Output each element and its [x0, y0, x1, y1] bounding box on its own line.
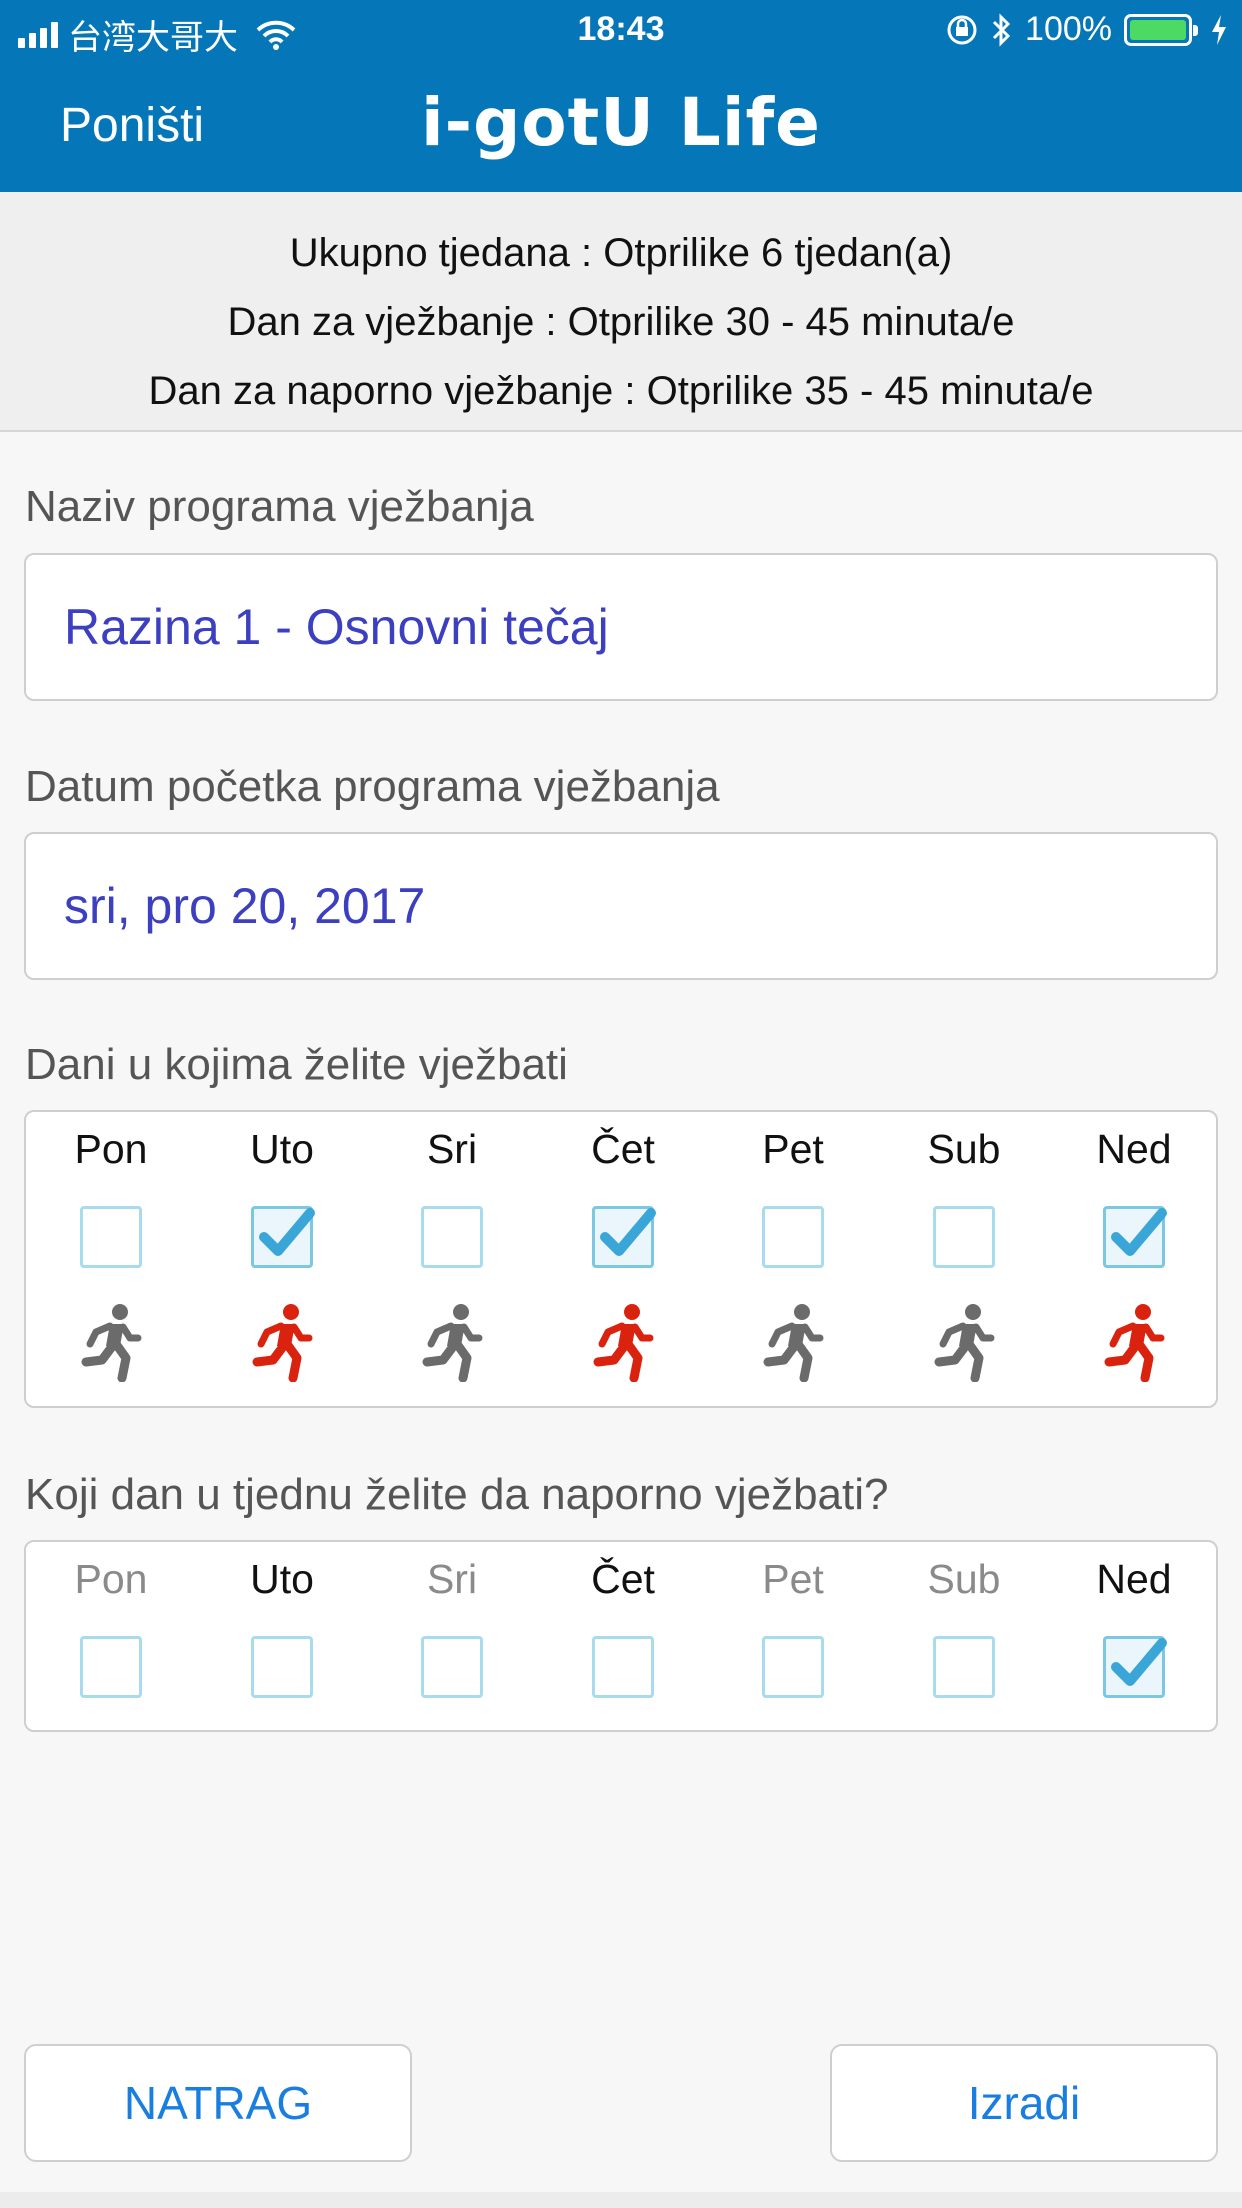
training-checkbox-pet[interactable] — [762, 1206, 824, 1268]
program-name-field[interactable]: Razina 1 - Osnovni tečaj — [24, 553, 1218, 701]
hard-day-label: Sub — [927, 1556, 1001, 1602]
hard-checkbox-čet[interactable] — [592, 1636, 654, 1698]
nav-bar: Poništi i-gotU Life — [0, 62, 1242, 192]
training-checkbox-sri[interactable] — [421, 1206, 483, 1268]
status-bar: 台湾大哥大 18:43 100% — [0, 0, 1242, 62]
checkmark-icon — [1111, 1208, 1167, 1256]
runner-icon — [251, 1302, 313, 1383]
runner-icon — [592, 1302, 654, 1383]
runner-icon — [762, 1302, 824, 1383]
hard-checkbox-ned[interactable] — [1103, 1636, 1167, 1698]
bluetooth-icon — [992, 12, 1011, 47]
runner-icon — [80, 1302, 142, 1383]
start-date-field[interactable]: sri, pro 20, 2017 — [24, 832, 1218, 980]
charging-icon — [1212, 14, 1226, 45]
training-checkbox-ned[interactable] — [1103, 1206, 1167, 1268]
hard-day-label: Ned — [1096, 1556, 1172, 1602]
runner-icon — [1103, 1302, 1165, 1383]
program-summary: Ukupno tjedana : Otprilike 6 tjedan(a) D… — [0, 192, 1242, 432]
training-day-label: Čet — [591, 1126, 655, 1172]
hard-day-label: Sri — [426, 1556, 478, 1602]
training-checkbox-uto[interactable] — [251, 1206, 315, 1268]
checkmark-icon — [1111, 1638, 1167, 1686]
hard-checkbox-uto[interactable] — [251, 1636, 313, 1698]
training-checkbox-čet[interactable] — [592, 1206, 656, 1268]
hard-days-label: Koji dan u tjednu želite da naporno vjež… — [25, 1470, 889, 1519]
training-day-label: Uto — [250, 1126, 314, 1172]
runner-icon — [933, 1302, 995, 1383]
top-bar: 台湾大哥大 18:43 100% Poništi i-gotU Life — [0, 0, 1242, 192]
hard-checkbox-pon[interactable] — [80, 1636, 142, 1698]
training-checkbox-sub[interactable] — [933, 1206, 995, 1268]
hard-checkbox-pet[interactable] — [762, 1636, 824, 1698]
bottom-strip — [0, 2192, 1242, 2208]
runner-icon — [421, 1302, 483, 1383]
hard-day-label: Uto — [250, 1556, 314, 1602]
training-day-label: Sub — [927, 1126, 1001, 1172]
hard-day-label: Pet — [762, 1556, 824, 1602]
hard-day-label: Pon — [74, 1556, 148, 1602]
app-logo: i-gotU Life — [421, 84, 821, 161]
training-day-label: Ned — [1096, 1126, 1172, 1172]
back-button[interactable]: NATRAG — [24, 2044, 412, 2162]
hard-days-panel: Pon Uto Sri Čet Pet Sub Ned — [24, 1540, 1218, 1732]
training-day-label: Pon — [74, 1126, 148, 1172]
training-day-label: Sri — [426, 1126, 478, 1172]
summary-hard-day: Dan za naporno vježbanje : Otprilike 35 … — [148, 369, 1094, 413]
hard-checkbox-sri[interactable] — [421, 1636, 483, 1698]
training-checkbox-pon[interactable] — [80, 1206, 142, 1268]
start-date-label: Datum početka programa vježbanja — [25, 762, 720, 811]
rotation-lock-icon — [947, 15, 977, 44]
training-day-label: Pet — [762, 1126, 824, 1172]
training-days-panel: Pon Uto Sri Čet Pet Sub Ned — [24, 1110, 1218, 1408]
program-name-label: Naziv programa vježbanja — [25, 482, 534, 531]
battery-percent: 100% — [1025, 10, 1112, 48]
training-days-label: Dani u kojima želite vježbati — [25, 1040, 568, 1089]
checkmark-icon — [600, 1208, 656, 1256]
create-button[interactable]: Izradi — [830, 2044, 1218, 2162]
summary-training-day: Dan za vježbanje : Otprilike 30 - 45 min… — [227, 300, 1015, 344]
hard-day-label: Čet — [591, 1556, 655, 1602]
hard-checkbox-sub[interactable] — [933, 1636, 995, 1698]
summary-total-weeks: Ukupno tjedana : Otprilike 6 tjedan(a) — [289, 231, 953, 275]
checkmark-icon — [259, 1208, 315, 1256]
battery-icon — [1124, 13, 1198, 46]
